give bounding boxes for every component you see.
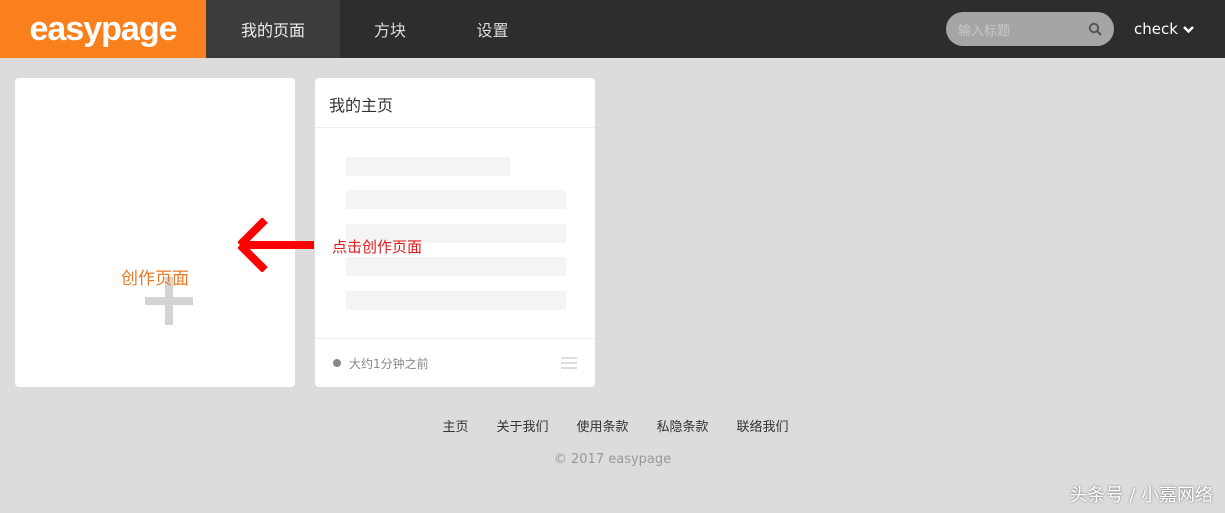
arrow-left-icon <box>238 218 314 272</box>
placeholder-line <box>346 257 566 276</box>
footer-link-about[interactable]: 关于我们 <box>496 416 548 435</box>
logo[interactable]: easypage <box>0 0 206 58</box>
placeholder-line <box>346 157 510 176</box>
nav-my-pages[interactable]: 我的页面 <box>206 0 340 58</box>
user-menu[interactable]: check <box>1134 20 1194 38</box>
search-input[interactable]: 输入标题 <box>946 12 1114 46</box>
card-footer: 大约1分钟之前 <box>315 338 595 387</box>
annotation-text: 点击创作页面 <box>332 238 423 256</box>
footer-link-home[interactable]: 主页 <box>442 416 468 435</box>
search-icon[interactable] <box>1088 22 1102 36</box>
page-card[interactable]: 我的主页 大约1分钟之前 <box>315 78 595 387</box>
nav-blocks[interactable]: 方块 <box>340 0 440 58</box>
top-bar: easypage 我的页面 方块 设置 输入标题 check <box>0 0 1225 58</box>
search-placeholder: 输入标题 <box>958 23 1011 39</box>
placeholder-line <box>346 291 566 310</box>
menu-icon[interactable] <box>561 354 577 372</box>
footer-link-privacy[interactable]: 私隐条款 <box>657 416 709 435</box>
watermark: 头条号 / 小嘉网络 <box>1069 485 1213 506</box>
footer-link-terms[interactable]: 使用条款 <box>576 416 628 435</box>
nav-settings[interactable]: 设置 <box>440 0 545 58</box>
footer-links: 主页 关于我们 使用条款 私隐条款 联络我们 <box>0 416 1225 435</box>
page-title: 我的主页 <box>315 78 595 128</box>
footer-link-contact[interactable]: 联络我们 <box>737 416 789 435</box>
chevron-down-icon <box>1182 26 1194 34</box>
status-dot <box>333 359 341 367</box>
placeholder-line <box>346 190 566 209</box>
copyright: © 2017 easypage <box>553 452 672 467</box>
updated-time: 大约1分钟之前 <box>349 356 429 371</box>
username: check <box>1134 20 1178 38</box>
